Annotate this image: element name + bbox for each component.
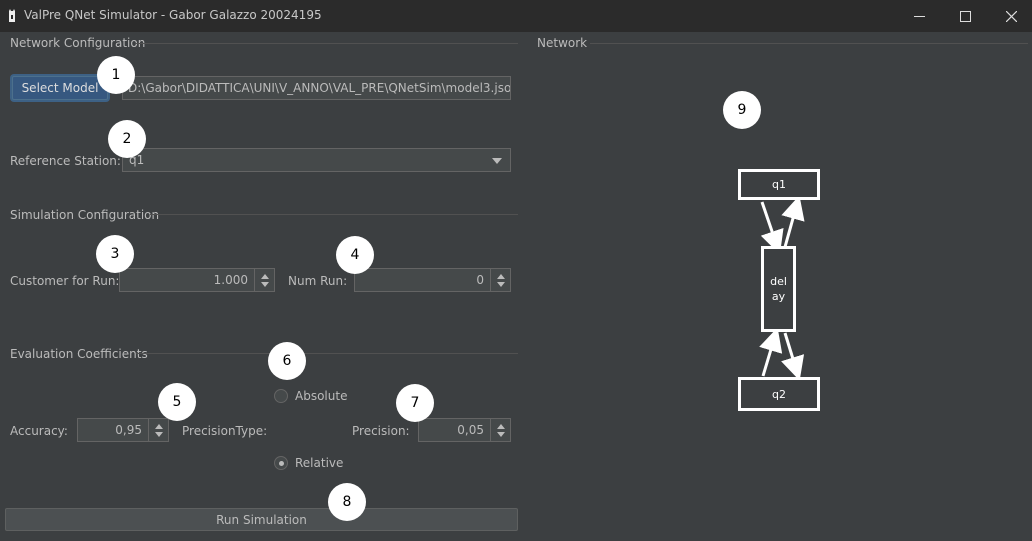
annotation-badge: 3: [96, 235, 134, 273]
maximize-icon: [959, 10, 971, 22]
edge-q2-to-delay: [759, 327, 783, 377]
relative-label: Relative: [295, 456, 344, 470]
arrow-up-icon[interactable]: [496, 423, 505, 429]
spinner-arrows[interactable]: [254, 269, 274, 291]
edge-q1-to-delay: [760, 201, 784, 255]
network-configuration-heading: Network Configuration: [10, 36, 146, 50]
reference-station-label: Reference Station:: [10, 154, 121, 168]
absolute-radio-option[interactable]: Absolute: [274, 389, 347, 403]
annotation-badge: 7: [396, 384, 434, 422]
precision-type-label: PrecisionType:: [182, 424, 268, 438]
maximize-button[interactable]: [942, 0, 988, 32]
num-run-spinner[interactable]: 0: [354, 268, 511, 292]
customer-for-run-label: Customer for Run:: [10, 274, 120, 288]
num-run-label: Num Run:: [288, 274, 348, 288]
arrow-down-icon[interactable]: [154, 431, 163, 437]
title-bar: ValPre QNet Simulator - Gabor Galazzo 20…: [0, 0, 1032, 32]
app-icon: [9, 9, 15, 22]
reference-station-select[interactable]: q1: [122, 148, 511, 172]
simulation-configuration-heading: Simulation Configuration: [10, 208, 160, 222]
annotation-badge: 6: [268, 342, 306, 380]
annotation-badge: 2: [108, 120, 146, 158]
annotation-badge: 9: [723, 91, 761, 129]
node-delay-label-line2: ay: [771, 290, 786, 303]
arrow-up-icon[interactable]: [496, 273, 505, 279]
relative-radio[interactable]: [274, 456, 288, 470]
network-heading: Network: [537, 36, 588, 50]
annotation-badge: 1: [97, 56, 135, 94]
annotation-badge: 8: [328, 483, 366, 521]
precision-label: Precision:: [352, 424, 410, 438]
evaluation-coefficients-heading: Evaluation Coefficients: [10, 347, 148, 361]
accuracy-spinner[interactable]: 0,95: [77, 418, 169, 442]
spinner-arrows[interactable]: [490, 269, 510, 291]
node-q1[interactable]: q1: [738, 169, 820, 200]
select-model-button[interactable]: Select Model: [12, 76, 108, 100]
spinner-arrows[interactable]: [148, 419, 168, 441]
edge-delay-to-q1: [781, 195, 805, 248]
node-delay[interactable]: del ay: [761, 246, 796, 332]
window-title: ValPre QNet Simulator - Gabor Galazzo 20…: [24, 8, 322, 22]
customer-for-run-value: 1.000: [213, 273, 248, 287]
accuracy-value: 0,95: [115, 423, 142, 437]
precision-spinner[interactable]: 0,05: [418, 418, 511, 442]
arrow-down-icon[interactable]: [260, 281, 269, 287]
separator: [136, 43, 518, 44]
separator: [150, 214, 518, 215]
close-button[interactable]: [988, 0, 1032, 32]
arrow-down-icon[interactable]: [496, 281, 505, 287]
node-q2[interactable]: q2: [738, 377, 820, 411]
arrow-up-icon[interactable]: [154, 423, 163, 429]
edge-delay-to-q2: [781, 332, 805, 381]
arrow-down-icon[interactable]: [496, 431, 505, 437]
minimize-icon: [913, 15, 925, 17]
separator: [590, 43, 1028, 44]
minimize-button[interactable]: [896, 0, 942, 32]
model-path-field[interactable]: D:\Gabor\DIDATTICA\UNI\V_ANNO\VAL_PRE\QN…: [122, 76, 511, 100]
radio-selected-dot: [278, 460, 284, 466]
relative-radio-option[interactable]: Relative: [274, 456, 343, 470]
precision-value: 0,05: [457, 423, 484, 437]
annotation-badge: 4: [336, 236, 374, 274]
separator: [136, 353, 518, 354]
accuracy-label: Accuracy:: [10, 424, 68, 438]
close-icon: [1005, 10, 1017, 22]
arrow-up-icon[interactable]: [260, 273, 269, 279]
absolute-label: Absolute: [295, 389, 348, 403]
spinner-arrows[interactable]: [490, 419, 510, 441]
run-simulation-button[interactable]: Run Simulation: [5, 508, 518, 531]
num-run-value: 0: [476, 273, 484, 287]
chevron-down-icon: [492, 158, 502, 164]
annotation-badge: 5: [158, 383, 196, 421]
node-delay-label-line1: del: [770, 275, 787, 288]
customer-for-run-spinner[interactable]: 1.000: [119, 268, 275, 292]
absolute-radio[interactable]: [274, 389, 288, 403]
